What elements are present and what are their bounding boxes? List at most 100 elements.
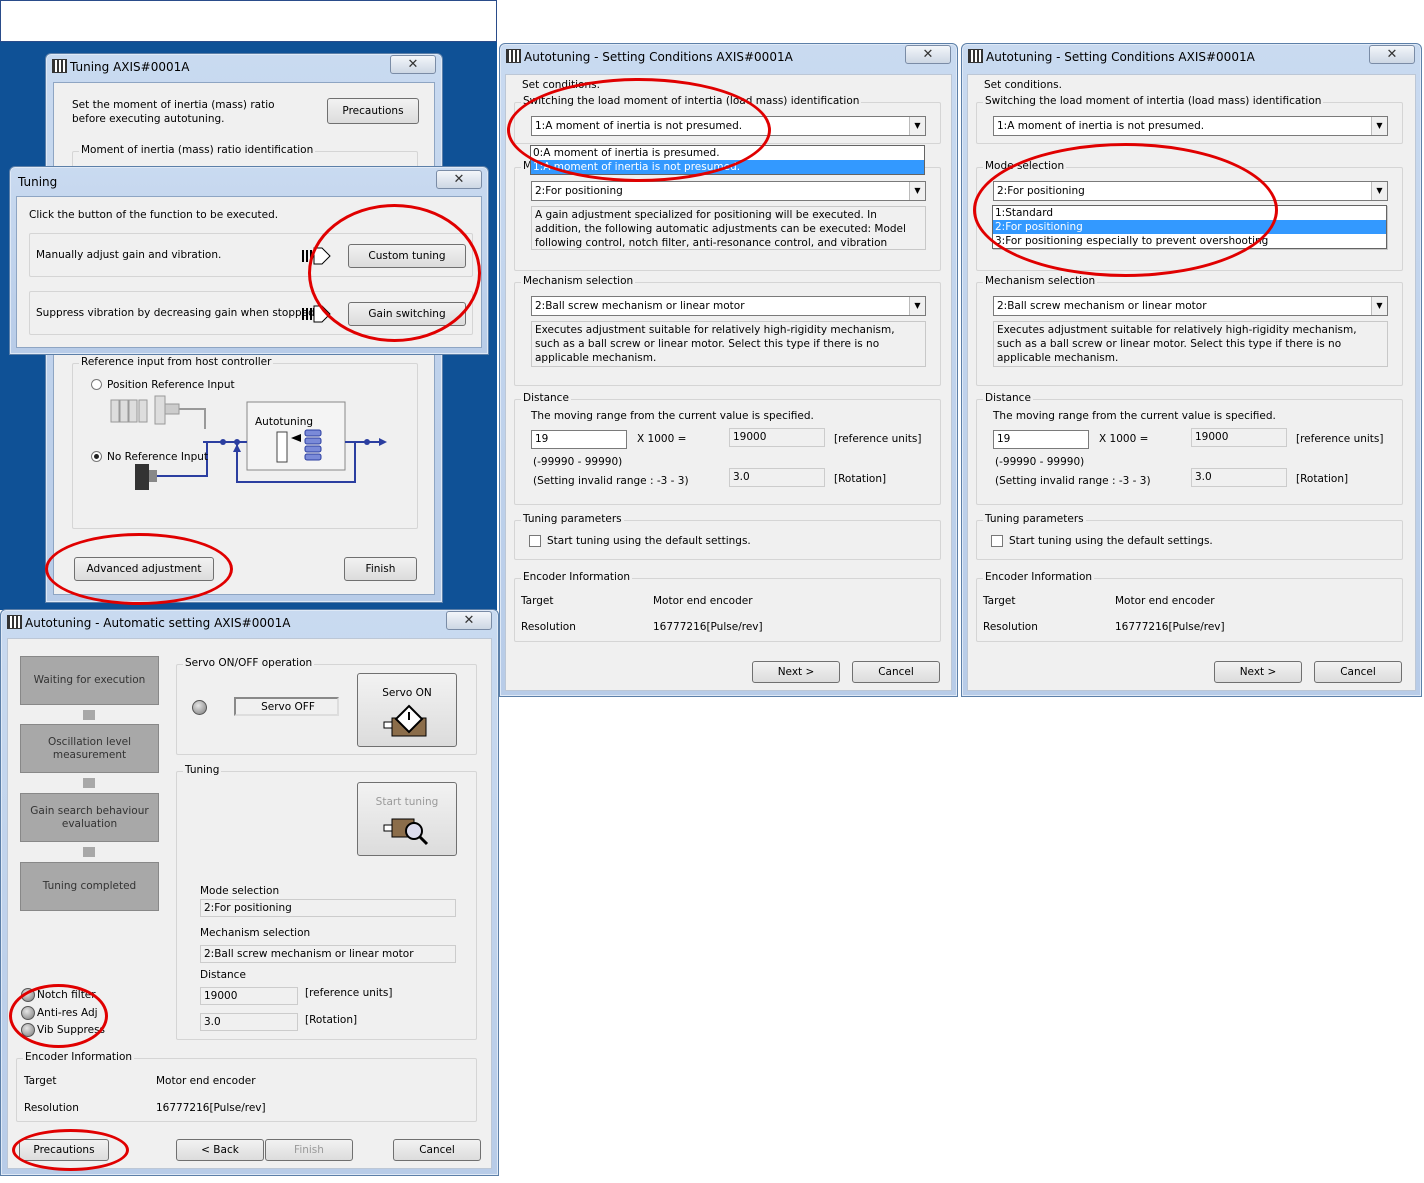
resolution-value: 16777216[Pulse/rev] [1115,621,1225,633]
start-tuning-button[interactable]: Start tuning [357,782,457,856]
close-button[interactable]: ✕ [390,55,436,74]
tuning-params-group: Tuning parameters Start tuning using the… [976,513,1403,560]
rotation-value: 3.0 [1191,468,1287,487]
encoder-label: Encoder Information [983,571,1095,583]
title-bar: Autotuning - Automatic setting AXIS#0001… [1,610,498,636]
chevron-down-icon[interactable]: ▼ [1371,297,1387,315]
popup-title: Tuning [18,175,58,189]
ref-units-label: [reference units] [1296,433,1384,445]
mode-description: A gain adjustment specialized for positi… [531,206,926,250]
tuning-group-label: Tuning [183,764,222,776]
servo-group-label: Servo ON/OFF operation [183,657,315,669]
default-settings-label: Start tuning using the default settings. [547,535,751,547]
rotation-unit: [Rotation] [305,1014,358,1026]
reference-group: Reference input from host controller Pos… [72,356,418,529]
switching-select[interactable]: 1:A moment of inertia is not presumed. ▼ [993,116,1388,136]
servo-status-led [192,700,207,715]
step-gain-search: Gain search behaviour evaluation [20,793,159,842]
cancel-button[interactable]: Cancel [1314,661,1402,683]
step-connector [83,778,95,788]
no-ref-radio[interactable] [91,451,102,462]
distance-group: Distance The moving range from the curre… [976,392,1403,505]
position-ref-label: Position Reference Input [107,379,235,391]
default-settings-checkbox[interactable] [991,535,1003,547]
step-waiting: Waiting for execution [20,656,159,705]
distance-intro: The moving range from the current value … [531,410,814,422]
mode-select[interactable]: 2:For positioning ▼ [531,181,926,201]
mechanism-value: 2:Ball screw mechanism or linear motor [997,300,1207,312]
cancel-button[interactable]: Cancel [852,661,940,683]
target-value: Motor end encoder [156,1075,256,1087]
highlight-circle [12,1129,129,1171]
invalid-range-label: (Setting invalid range : -3 - 3) [995,475,1151,487]
distance-value: 19000 [729,428,825,447]
finish-button[interactable]: Finish [344,557,417,581]
title-bar: Autotuning - Setting Conditions AXIS#000… [500,44,957,70]
step-oscillation: Oscillation level measurement [20,724,159,773]
default-settings-checkbox[interactable] [529,535,541,547]
no-ref-label: No Reference Input [107,451,209,463]
distance-value: 19000 [1191,428,1287,447]
chevron-down-icon[interactable]: ▼ [909,117,925,135]
switching-group: Switching the load moment of intertia (l… [976,95,1403,144]
position-ref-radio[interactable] [91,379,102,390]
distance-input[interactable]: 19 [993,430,1089,449]
step-connector [83,710,95,720]
servo-on-button[interactable]: Servo ON [357,673,457,747]
target-label: Target [24,1075,57,1087]
mechanism-select[interactable]: 2:Ball screw mechanism or linear motor ▼ [993,296,1388,316]
tuning-group: Tuning Start tuning Mode selection 2:For… [176,764,477,1040]
chevron-down-icon[interactable]: ▼ [1371,182,1387,200]
resolution-value: 16777216[Pulse/rev] [156,1102,266,1114]
next-button[interactable]: Next > [752,661,840,683]
precautions-button[interactable]: Precautions [327,98,419,124]
encoder-group: Encoder Information Target Motor end enc… [514,571,941,642]
mechanism-label: Mechanism selection [983,275,1098,287]
mechanism-group: Mechanism selection 2:Ball screw mechani… [976,275,1403,386]
set-conditions-label: Set conditions. [984,79,1062,91]
target-label: Target [983,595,1016,607]
encoder-label: Encoder Information [23,1051,135,1063]
highlight-circle [308,204,481,342]
highlight-circle [973,143,1278,277]
popup-close-button[interactable]: ✕ [436,170,482,189]
window-title: Tuning AXIS#0001A [70,60,190,74]
mechanism-description: Executes adjustment suitable for relativ… [531,321,926,367]
close-button[interactable]: ✕ [1369,45,1415,64]
mechanism-value: 2:Ball screw mechanism or linear motor [200,945,456,963]
popup-title-bar: Tuning ✕ [10,167,488,193]
popup-instruction: Click the button of the function to be e… [29,209,279,221]
rotation-value: 3.0 [200,1013,298,1031]
highlight-circle [507,78,771,182]
chevron-down-icon[interactable]: ▼ [909,297,925,315]
mechanism-select[interactable]: 2:Ball screw mechanism or linear motor ▼ [531,296,926,316]
cancel-button[interactable]: Cancel [393,1139,481,1161]
intro-text: Set the moment of inertia (mass) ratio b… [72,99,275,125]
encoder-label: Encoder Information [521,571,633,583]
resolution-value: 16777216[Pulse/rev] [653,621,763,633]
app-icon [968,49,983,63]
back-button[interactable]: < Back [176,1139,264,1161]
step-completed: Tuning completed [20,862,159,911]
mechanism-label: Mechanism selection [200,927,311,939]
finish-button[interactable]: Finish [265,1139,353,1161]
mode-value: 2:For positioning [200,899,456,917]
next-button[interactable]: Next > [1214,661,1302,683]
range-label: (-99990 - 99990) [533,456,623,468]
automatic-setting-window: Autotuning - Automatic setting AXIS#0001… [0,609,499,1176]
close-button[interactable]: ✕ [905,45,951,64]
moi-group-label: Moment of inertia (mass) ratio identific… [79,144,316,156]
tuning-params-label: Tuning parameters [521,513,624,525]
switching-value: 1:A moment of inertia is not presumed. [997,120,1205,132]
servo-on-label: Servo ON [382,687,432,699]
switching-label: Switching the load moment of intertia (l… [983,95,1324,107]
servo-status: Servo OFF [234,697,339,716]
highlight-circle [45,533,233,605]
chevron-down-icon[interactable]: ▼ [1371,117,1387,135]
distance-input[interactable]: 19 [531,430,627,449]
tuning-params-label: Tuning parameters [983,513,1086,525]
title-bar: Autotuning - Setting Conditions AXIS#000… [962,44,1421,70]
invalid-range-label: (Setting invalid range : -3 - 3) [533,475,689,487]
close-button[interactable]: ✕ [446,611,492,630]
chevron-down-icon[interactable]: ▼ [909,182,925,200]
